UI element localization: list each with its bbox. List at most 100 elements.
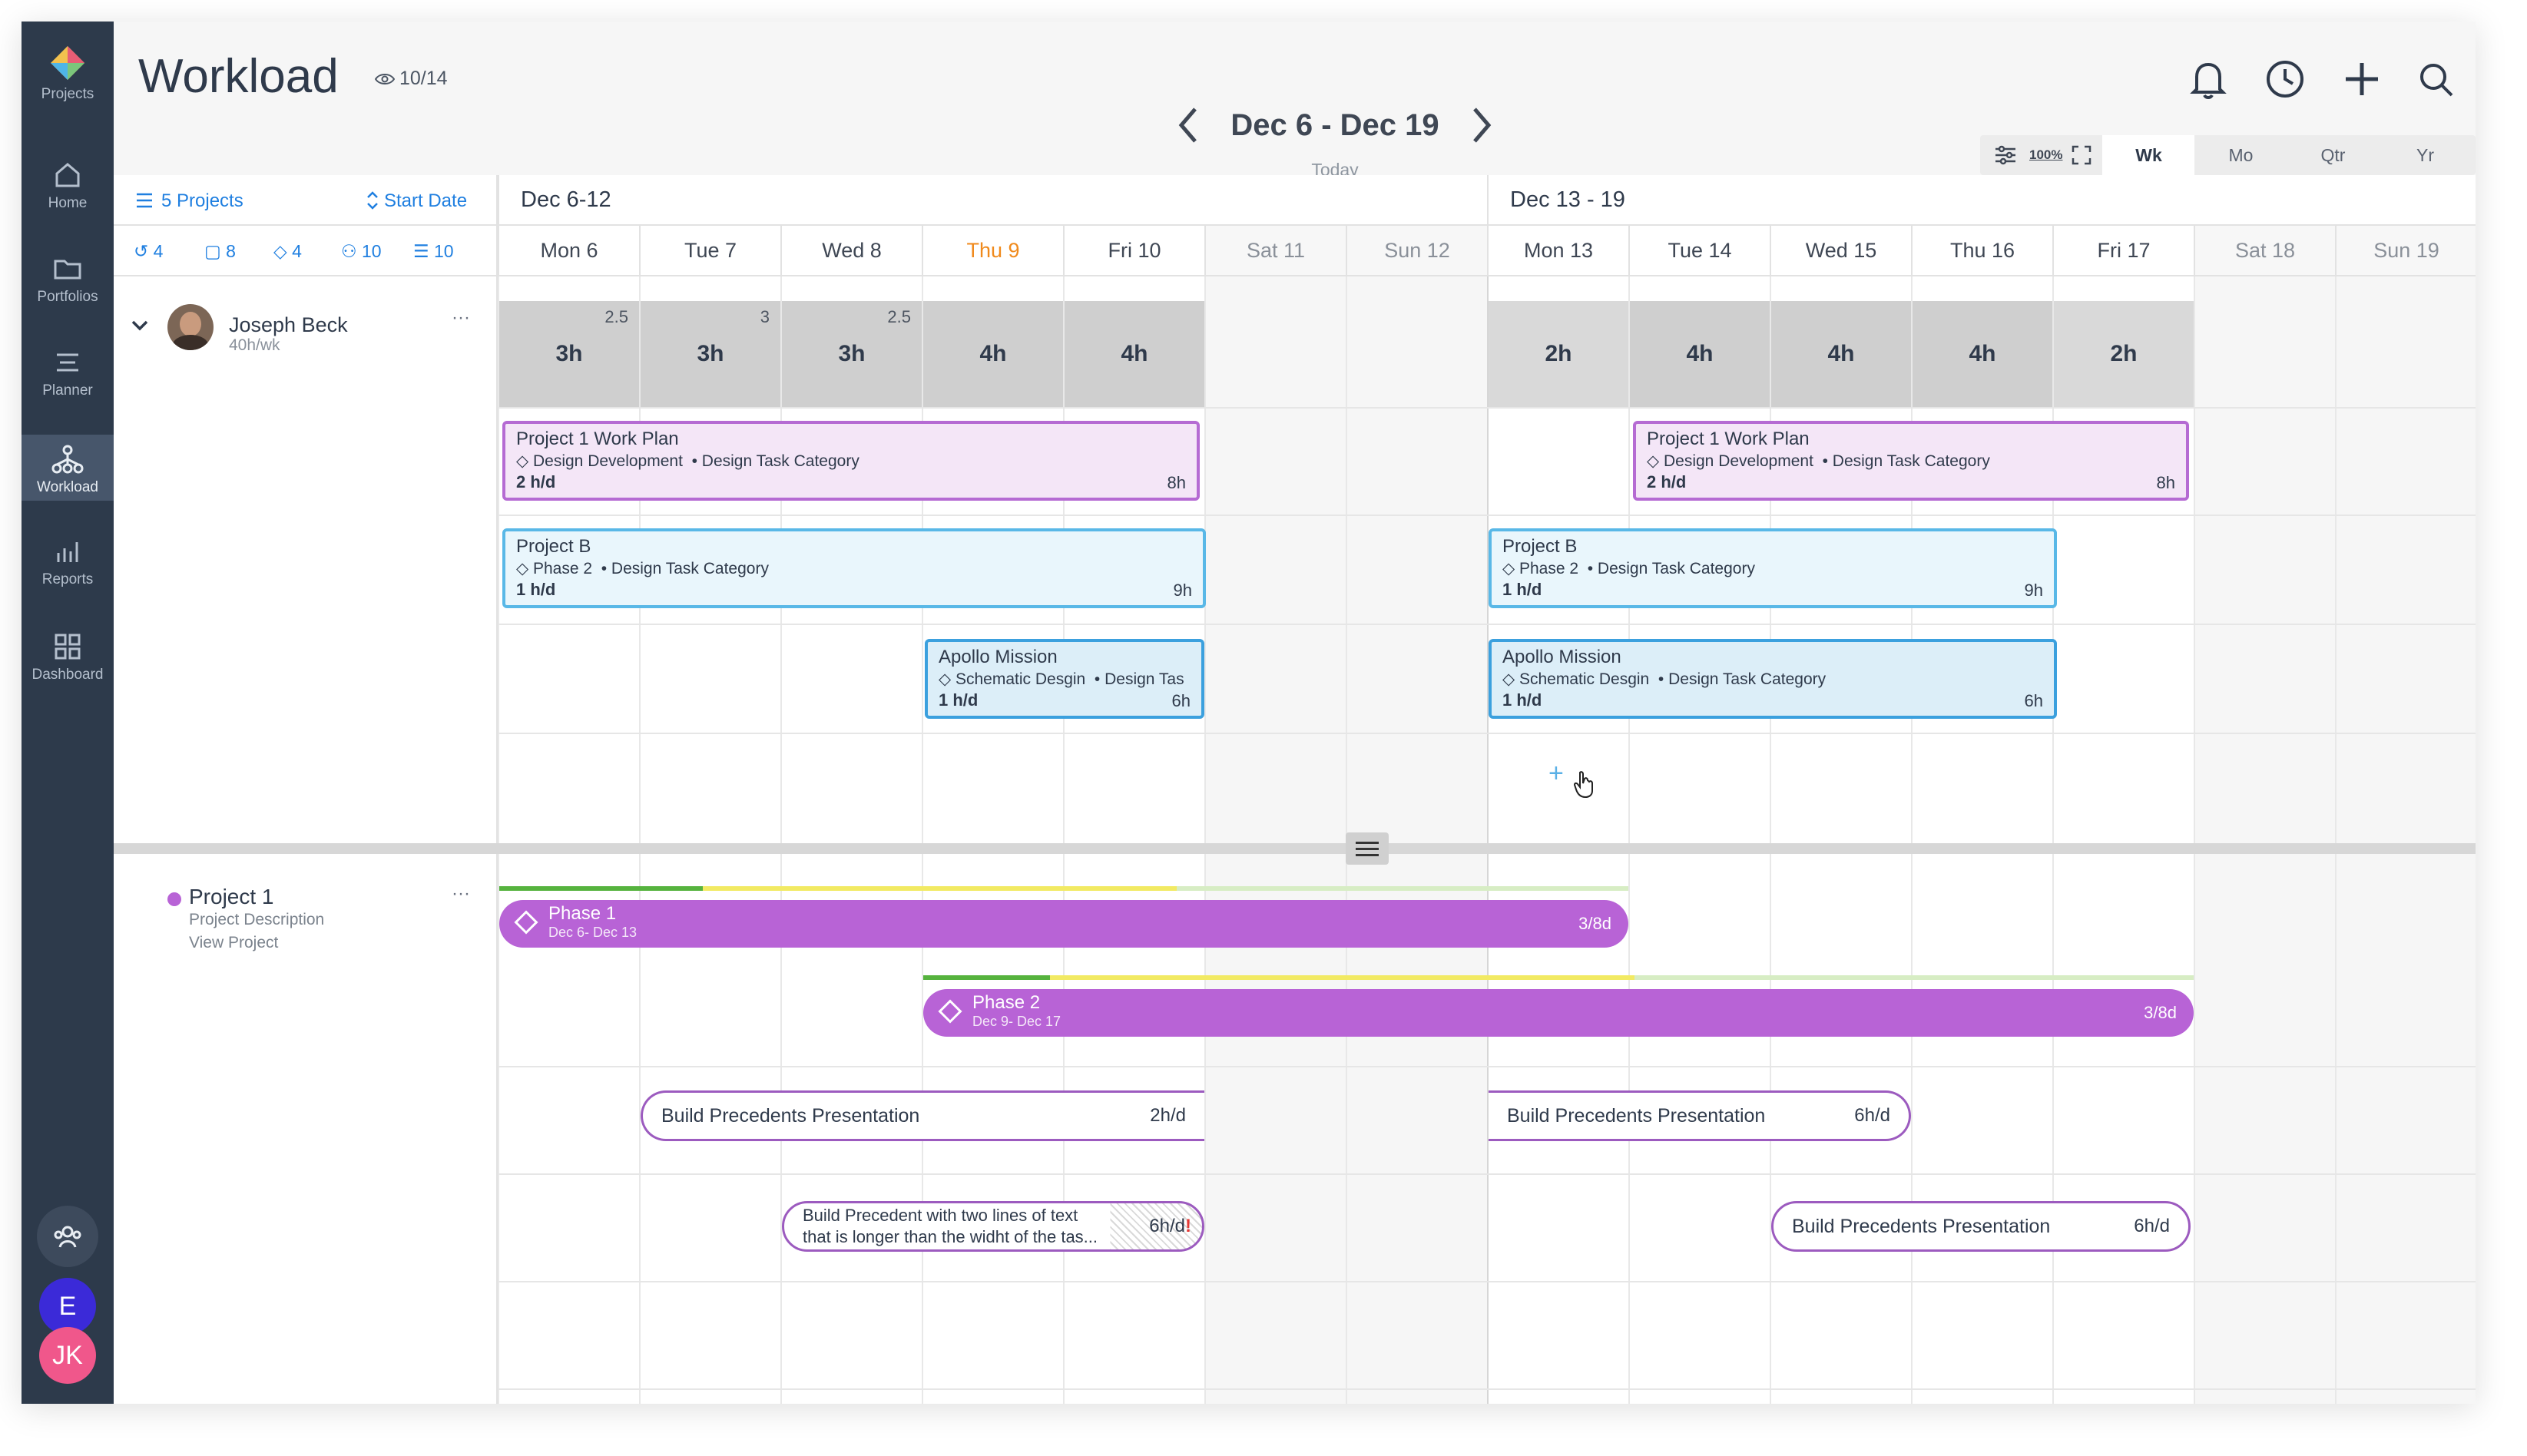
sidebar-item-workload[interactable]: Workload — [22, 435, 114, 501]
capacity-cell[interactable]: 2.5 3h — [499, 301, 639, 407]
expand-icon[interactable] — [2072, 145, 2091, 165]
members-filter[interactable]: ⚇ 10 — [341, 241, 382, 262]
work-plan-bar[interactable]: Apollo Mission ◇ Schematic Desgin • Desi… — [1489, 639, 2057, 719]
sidebar-item-dashboard[interactable]: Dashboard — [22, 631, 114, 697]
left-panel-header: 5 Projects Start Date — [114, 175, 496, 226]
team-icon — [54, 1226, 81, 1248]
bar-phase: Phase 2 — [532, 560, 593, 577]
avatar-initial: E — [58, 1291, 77, 1321]
bell-icon[interactable] — [2189, 58, 2227, 100]
cursor-hand-icon — [1573, 771, 1593, 799]
work-plan-bar[interactable]: Apollo Mission ◇ Schematic Desgin • Desi… — [925, 639, 1204, 719]
scale-week-button[interactable]: Wk — [2102, 135, 2195, 175]
capacity-cell[interactable]: 4h — [923, 301, 1063, 407]
capacity-hours: 3h — [555, 341, 583, 366]
left-panel: 5 Projects Start Date ↺ 4 ▢ 8 ◇ 4 ⚇ 10 ☰… — [114, 175, 498, 1404]
diamond-icon — [514, 910, 538, 935]
phase-progress-done — [499, 886, 703, 891]
work-plan-bar[interactable]: Project 1 Work Plan ◇ Design Development… — [1633, 421, 2189, 501]
count-value: 8 — [226, 241, 236, 261]
scale-month-button[interactable]: Mo — [2194, 145, 2287, 166]
add-assignment-icon[interactable]: + — [1548, 759, 1564, 789]
scale-toolbar: 100% Wk Mo Qtr Yr — [1980, 135, 2476, 175]
team-button[interactable] — [37, 1206, 98, 1267]
planner-icon — [57, 353, 78, 372]
day-header: Tue 7 — [639, 226, 780, 276]
avatar[interactable] — [167, 304, 214, 350]
phase-rate: 3/8d — [2144, 1003, 2177, 1022]
sidebar-item-portfolios[interactable]: Portfolios — [22, 253, 114, 319]
splitter-handle-icon[interactable] — [1346, 832, 1389, 865]
projects-filter[interactable]: 5 Projects — [161, 190, 243, 212]
capacity-cell[interactable]: 3 3h — [641, 301, 780, 407]
task-pill[interactable]: Build Precedents Presentation 6h/d — [1489, 1090, 1911, 1141]
chevron-left-icon[interactable] — [1177, 106, 1200, 144]
sidebar-item-home[interactable]: Home — [22, 160, 114, 226]
phase-bar[interactable]: Phase 2 Dec 9- Dec 17 3/8d — [923, 989, 2194, 1037]
phase-name: Phase 1 — [548, 903, 617, 924]
count-value: 4 — [292, 241, 302, 261]
day-header: Sat 11 — [1204, 226, 1346, 276]
task-pill[interactable]: Build Precedent with two lines of text t… — [782, 1201, 1204, 1252]
scale-quarter-button[interactable]: Qtr — [2287, 145, 2379, 166]
phase-rate: 3/8d — [1578, 914, 1611, 933]
member-more-button[interactable]: ··· — [452, 307, 470, 329]
task-pill[interactable]: Build Precedents Presentation 2h/d — [641, 1090, 1204, 1141]
project-more-button[interactable]: ··· — [452, 883, 470, 905]
task-rate: 6h/d — [1854, 1105, 1890, 1126]
bar-category: Design Tas — [1105, 670, 1184, 688]
tasks-filter[interactable]: ▢ 8 — [204, 241, 236, 262]
capacity-hours: 3h — [838, 341, 866, 366]
zoom-level[interactable]: 100% — [2029, 147, 2062, 163]
member-name[interactable]: Joseph Beck — [229, 313, 348, 337]
sidebar-item-projects[interactable]: Projects — [22, 45, 114, 111]
sort-by-start-date[interactable]: Start Date — [384, 190, 467, 212]
count-value: 10 — [362, 241, 382, 261]
phase-bar[interactable]: Phase 1 Dec 6- Dec 13 3/8d — [499, 900, 1628, 948]
bar-phase: Schematic Desgin — [955, 670, 1086, 688]
timeline-grid: Dec 6-12 Dec 13 - 19 Mon 6 Tue 7 Wed 8 Thu 9F… — [498, 175, 2476, 1404]
capacity-cell[interactable]: 4h — [1630, 301, 1770, 407]
phase-name: Phase 2 — [972, 992, 1041, 1013]
work-plan-bar[interactable]: Project B ◇ Phase 2 • Design Task Catego… — [1489, 528, 2057, 608]
capacity-cell[interactable]: 4h — [1771, 301, 1911, 407]
chevron-right-icon[interactable] — [1470, 106, 1493, 144]
work-plan-bar[interactable]: Project B ◇ Phase 2 • Design Task Catego… — [502, 528, 1206, 608]
user-avatar-jk[interactable]: JK — [39, 1327, 96, 1384]
phase-dates: Dec 6- Dec 13 — [548, 925, 638, 940]
work-plan-bar[interactable]: Project 1 Work Plan ◇ Design Development… — [502, 421, 1200, 501]
capacity-cell[interactable]: 2h — [2054, 301, 2194, 407]
clock-icon[interactable] — [2264, 58, 2306, 100]
capacity-cell[interactable]: 4h — [1065, 301, 1204, 407]
sidebar-item-label: Reports — [41, 571, 94, 587]
history-filter[interactable]: ↺ 4 — [134, 241, 163, 262]
view-project-link[interactable]: View Project — [189, 934, 278, 952]
sidebar-item-reports[interactable]: Reports — [22, 536, 114, 602]
bar-title: Project B — [1502, 536, 1578, 557]
plus-icon[interactable] — [2343, 58, 2381, 100]
scale-year-button[interactable]: Yr — [2379, 145, 2471, 166]
capacity-cell[interactable]: 2h — [1489, 301, 1628, 407]
day-header: Sat 18 — [2194, 226, 2335, 276]
user-avatar-e[interactable]: E — [39, 1278, 96, 1335]
panel-splitter[interactable] — [114, 843, 2476, 854]
week-header: Dec 6-12 — [498, 175, 1487, 226]
chevron-down-icon[interactable] — [131, 319, 149, 332]
capacity-cell[interactable]: 4h — [1913, 301, 2052, 407]
views-count: 10/14 — [375, 68, 448, 90]
bar-subtitle: ◇ Phase 2 • Design Task Category — [1502, 560, 1755, 577]
diamond-icon — [938, 999, 962, 1024]
list-filter[interactable]: ☰ 10 — [413, 241, 454, 262]
project-name[interactable]: Project 1 — [189, 885, 274, 909]
reports-icon — [57, 542, 78, 562]
day-header: Tue 14 — [1628, 226, 1770, 276]
day-header: Thu 16 — [1911, 226, 2052, 276]
sliders-icon[interactable] — [1994, 144, 2017, 166]
bar-subtitle: ◇ Schematic Desgin • Design Tas — [939, 670, 1184, 688]
sidebar-item-planner[interactable]: Planner — [22, 347, 114, 413]
task-title: Build Precedents Presentation — [1792, 1215, 2051, 1237]
capacity-cell[interactable]: 2.5 3h — [782, 301, 922, 407]
phases-filter[interactable]: ◇ 4 — [273, 241, 302, 262]
task-pill[interactable]: Build Precedents Presentation 6h/d — [1771, 1201, 2191, 1252]
search-icon[interactable] — [2416, 58, 2455, 100]
